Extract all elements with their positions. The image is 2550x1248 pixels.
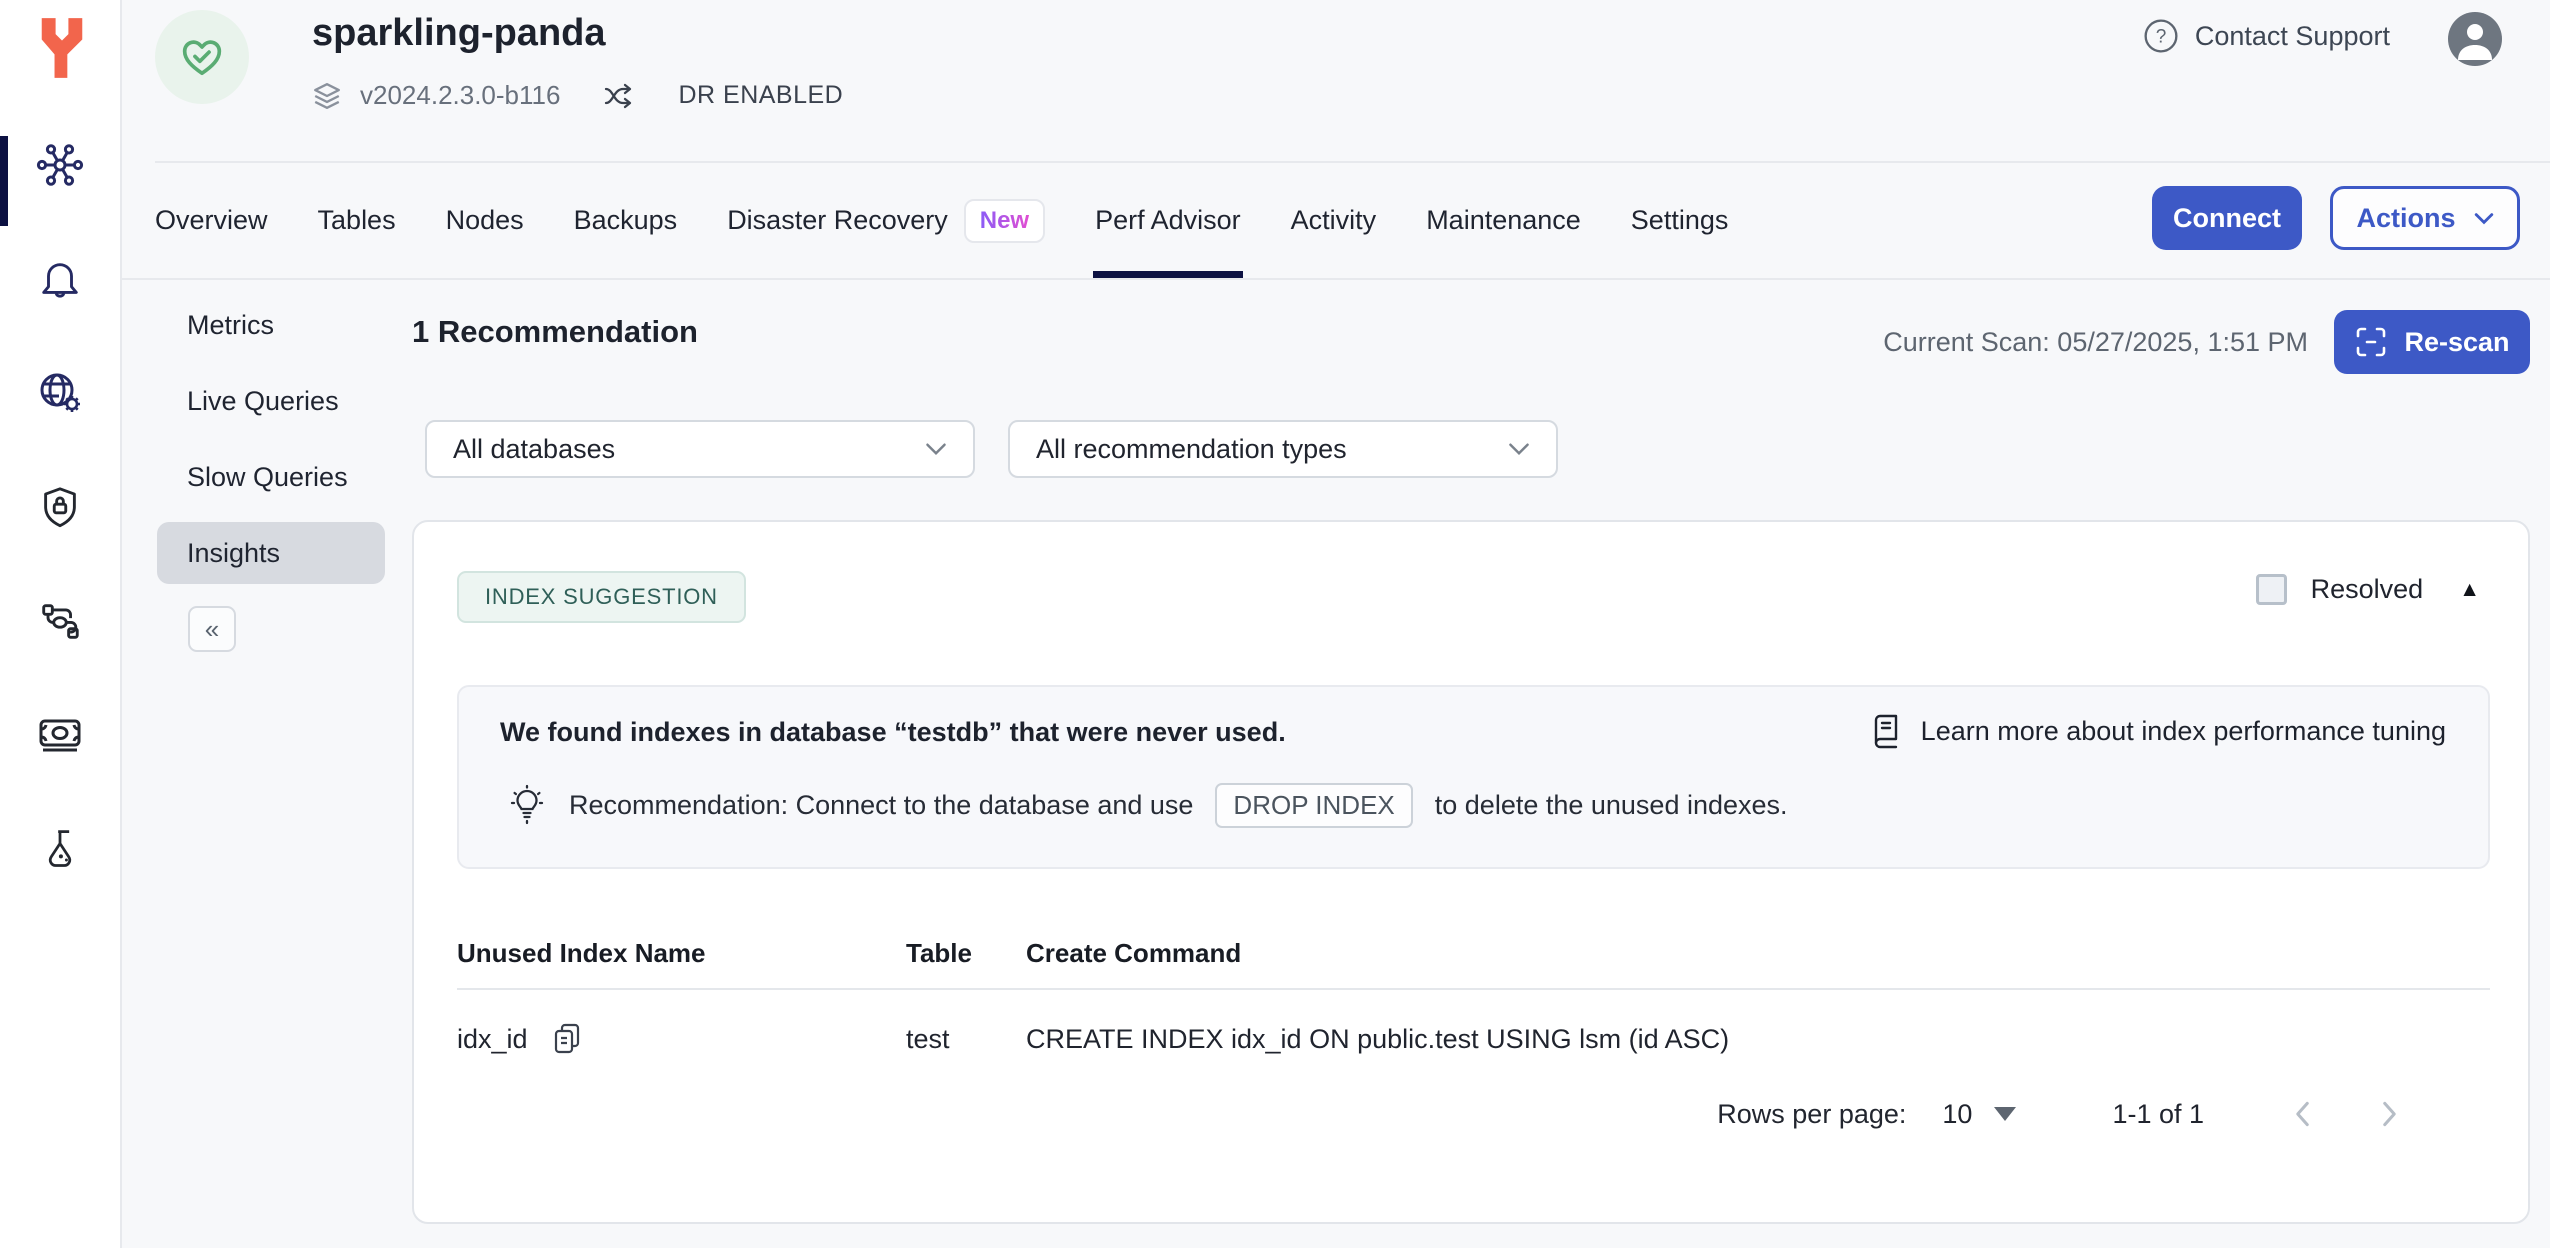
collapse-icon: «: [205, 614, 219, 645]
perf-advisor-page: sparkling-panda v2024.2.3.0-b116 DR ENAB…: [0, 0, 2550, 1248]
tab-disaster-recovery[interactable]: Disaster Recovery New: [727, 163, 1045, 278]
health-badge: [155, 10, 249, 104]
tab-overview[interactable]: Overview: [155, 163, 268, 278]
tab-tables[interactable]: Tables: [318, 163, 396, 278]
nav-item-live-queries[interactable]: Live Queries: [157, 370, 385, 432]
dr-shuffle-icon: [604, 83, 634, 109]
drop-index-code-chip: DROP INDEX: [1215, 783, 1412, 828]
contact-support-link[interactable]: ? Contact Support: [2143, 18, 2390, 54]
rows-per-page-value[interactable]: 10: [1942, 1099, 1972, 1130]
nav-item-metrics[interactable]: Metrics: [157, 294, 385, 356]
connect-button[interactable]: Connect: [2152, 186, 2302, 250]
billing-icon[interactable]: [35, 710, 85, 760]
index-suggestion-tag: INDEX SUGGESTION: [457, 571, 746, 623]
help-icon: ?: [2143, 18, 2179, 54]
tab-backups[interactable]: Backups: [574, 163, 678, 278]
unused-index-table-header: Unused Index Name Table Create Command: [457, 938, 2490, 969]
recommendation-card: INDEX SUGGESTION Resolved ▲ We found ind…: [412, 520, 2530, 1224]
database-filter-select[interactable]: All databases: [425, 420, 975, 478]
chevron-down-icon: [1508, 442, 1530, 456]
pagination-range: 1-1 of 1: [2112, 1099, 2204, 1130]
svg-text:?: ?: [2156, 26, 2167, 47]
contact-support-label: Contact Support: [2195, 21, 2390, 52]
perf-advisor-nav: Metrics Live Queries Slow Queries Insigh…: [122, 280, 415, 652]
user-avatar[interactable]: [2448, 12, 2502, 66]
cluster-tabbar: Overview Tables Nodes Backups Disaster R…: [122, 163, 2550, 280]
chevron-down-icon: [925, 442, 947, 456]
previous-page-icon[interactable]: [2294, 1101, 2311, 1127]
advice-text-prefix: Recommendation: Connect to the database …: [569, 790, 1193, 821]
dr-status-badge: DR ENABLED: [678, 81, 843, 110]
icon-rail: [0, 0, 122, 1248]
next-page-icon[interactable]: [2381, 1101, 2398, 1127]
new-badge: New: [964, 199, 1045, 243]
resolved-label: Resolved: [2311, 574, 2424, 605]
column-header-create-command: Create Command: [1026, 938, 1241, 969]
column-header-index-name: Unused Index Name: [457, 938, 906, 969]
cluster-icon[interactable]: [35, 140, 85, 190]
unused-index-name: idx_id: [457, 1024, 528, 1055]
version-layers-icon: [312, 81, 342, 111]
lightbulb-icon: [507, 784, 547, 828]
tab-perf-advisor[interactable]: Perf Advisor: [1095, 163, 1241, 278]
recommendation-info-box: We found indexes in database “testdb” th…: [457, 685, 2490, 869]
cluster-name: sparkling-panda: [312, 12, 606, 55]
recommendation-summary: We found indexes in database “testdb” th…: [500, 717, 1286, 748]
table-cell-create-command: CREATE INDEX idx_id ON public.test USING…: [1026, 1024, 1729, 1055]
table-divider: [457, 988, 2490, 990]
flask-icon[interactable]: [35, 824, 85, 874]
yugabyte-logo[interactable]: [34, 16, 90, 80]
collapse-card-caret-icon[interactable]: ▲: [2459, 578, 2480, 602]
nav-item-slow-queries[interactable]: Slow Queries: [157, 446, 385, 508]
globe-gear-icon[interactable]: [35, 368, 85, 418]
tab-activity[interactable]: Activity: [1291, 163, 1377, 278]
tab-nodes[interactable]: Nodes: [446, 163, 524, 278]
nav-item-insights[interactable]: Insights: [157, 522, 385, 584]
chevron-down-icon: [2474, 212, 2494, 225]
rows-per-page-label: Rows per page:: [1717, 1099, 1906, 1130]
book-icon: [1869, 713, 1903, 749]
rows-per-page-dropdown-icon[interactable]: [1994, 1107, 2016, 1121]
tab-settings[interactable]: Settings: [1631, 163, 1729, 278]
workflow-icon[interactable]: [35, 596, 85, 646]
shield-lock-icon[interactable]: [35, 482, 85, 532]
heart-check-icon: [176, 31, 228, 83]
cluster-version: v2024.2.3.0-b116: [360, 80, 560, 111]
scan-frame-icon: [2354, 325, 2388, 359]
column-header-table: Table: [906, 938, 1026, 969]
advice-text-suffix: to delete the unused indexes.: [1435, 790, 1788, 821]
table-row: idx_id test CREATE INDEX idx_id ON publi…: [457, 1022, 2490, 1056]
recommendation-count-heading: 1 Recommendation: [412, 314, 698, 350]
current-scan-timestamp: Current Scan: 05/27/2025, 1:51 PM: [1883, 327, 2308, 358]
copy-icon[interactable]: [552, 1022, 582, 1056]
pagination: Rows per page: 10 1-1 of 1: [1717, 1092, 2398, 1136]
learn-more-link[interactable]: Learn more about index performance tunin…: [1869, 713, 2446, 749]
recommendation-type-filter-select[interactable]: All recommendation types: [1008, 420, 1558, 478]
tab-maintenance[interactable]: Maintenance: [1426, 163, 1581, 278]
collapse-sidebar-button[interactable]: «: [188, 606, 236, 652]
rescan-button[interactable]: Re-scan: [2334, 310, 2530, 374]
bell-icon[interactable]: [35, 254, 85, 304]
cluster-header: sparkling-panda v2024.2.3.0-b116 DR ENAB…: [122, 0, 2550, 163]
resolved-checkbox[interactable]: [2256, 574, 2287, 605]
table-cell-table: test: [906, 1024, 1026, 1055]
actions-button[interactable]: Actions: [2330, 186, 2520, 250]
